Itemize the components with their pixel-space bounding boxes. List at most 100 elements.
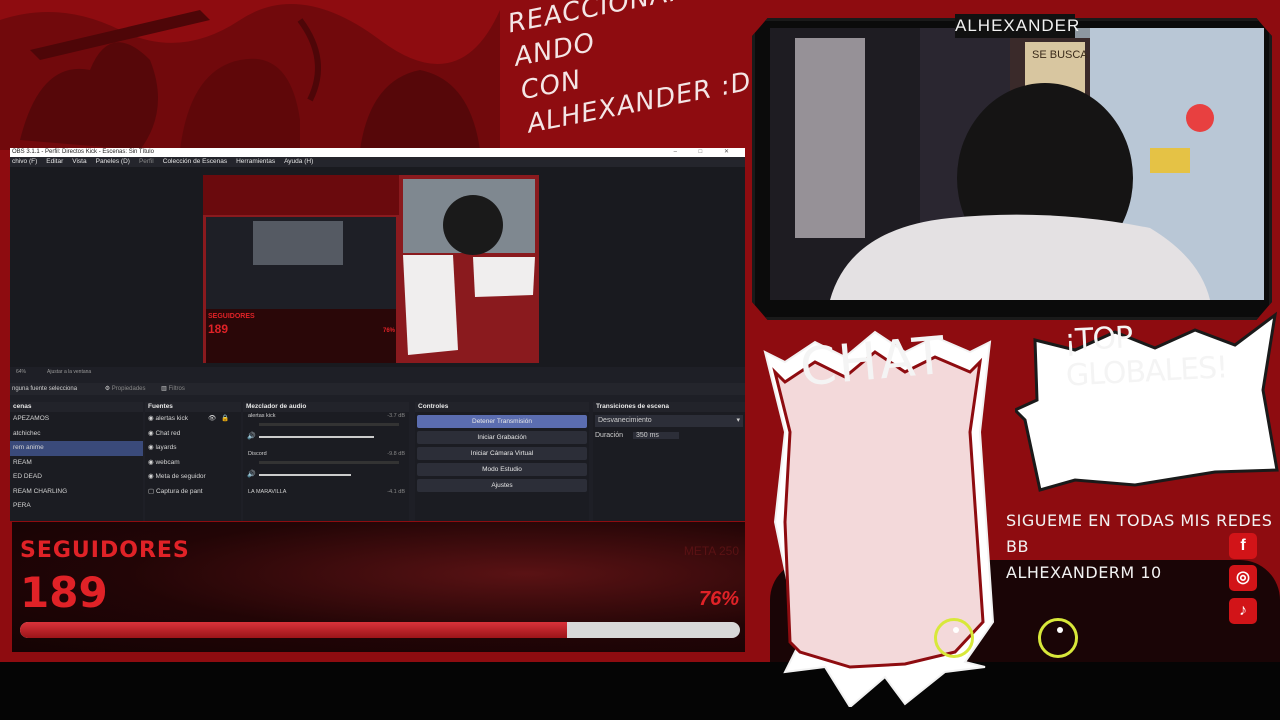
stop-streaming-button[interactable]: Detener Transmisión <box>417 415 587 428</box>
menu-edit[interactable]: Editar <box>46 157 63 167</box>
window-controls[interactable]: ‒ □ ✕ <box>674 148 739 157</box>
filter-icon[interactable]: ▥ <box>161 386 167 392</box>
followers-progress-track <box>20 622 740 638</box>
preview-seguidores-label: SEGUIDORES <box>208 313 255 320</box>
start-recording-button[interactable]: Iniciar Grabación <box>417 431 587 444</box>
channel-db: -9.8 dB <box>387 451 405 457</box>
sources-title: Fuentes <box>148 403 173 410</box>
transitions-title: Transiciones de escena <box>596 403 669 410</box>
channel-db: -4.1 dB <box>387 489 405 495</box>
volume-slider[interactable] <box>259 474 351 476</box>
source-label: layards <box>155 444 177 451</box>
chat-title: CHAT <box>797 325 950 399</box>
source-label: Chat red <box>155 429 181 437</box>
controls-panel: Detener Transmisión Iniciar Grabación In… <box>415 412 589 521</box>
top-globales-title: ¡TOP GLOBALES! <box>1063 320 1229 394</box>
speaker-icon[interactable]: 🔊 <box>247 470 256 478</box>
start-virtual-camera-button[interactable]: Iniciar Cámara Virtual <box>417 447 587 460</box>
obs-window[interactable]: OBS 3.1.1 - Perfil: Directos Kick - Esce… <box>10 148 745 521</box>
preview-zoom[interactable]: 64% <box>16 369 26 375</box>
scene-item[interactable]: PERA <box>10 499 143 514</box>
duration-input[interactable]: 350 ms <box>632 432 679 439</box>
scenes-title: cenas <box>13 403 32 410</box>
source-item[interactable]: ◉ webcam <box>145 456 241 471</box>
chevron-down-icon: ▾ <box>736 417 740 424</box>
preview-fit-dropdown[interactable]: Ajustar a la ventana <box>47 369 91 375</box>
obs-titlebar[interactable]: OBS 3.1.1 - Perfil: Directos Kick - Esce… <box>10 148 745 157</box>
followers-progress-fill <box>20 622 568 638</box>
menu-profile[interactable]: Perfil <box>139 157 154 167</box>
volume-meter <box>259 423 399 426</box>
channel-name: Discord <box>248 451 267 457</box>
transitions-dock-title: Transiciones de escena <box>593 402 745 412</box>
controls-title: Controles <box>418 403 449 410</box>
gear-icon[interactable]: ⚙ <box>105 386 110 392</box>
volume-slider[interactable] <box>259 436 374 438</box>
mixer-channel: LA MARAVILLA -4.1 dB <box>243 488 409 518</box>
scene-item[interactable]: atchichec <box>10 427 143 442</box>
tiktok-icon: ♪ <box>1229 598 1257 624</box>
source-label: Captura de pant <box>155 487 203 495</box>
followers-goal-widget: SEGUIDORES 189 META 250 76% <box>12 522 745 652</box>
facebook-icon: f <box>1229 533 1257 559</box>
followers-label: SEGUIDORES <box>20 538 190 563</box>
obs-preview-area[interactable]: SEGUIDORES 189 76% <box>10 167 745 367</box>
lock-icon[interactable]: 🔒 <box>221 412 229 427</box>
webcam-video: SE BUSCA <box>770 28 1264 300</box>
source-label: Meta de seguidor <box>155 473 206 480</box>
obs-preview-thumbnail <box>203 175 535 363</box>
manga-artwork <box>0 4 500 150</box>
sources-list[interactable]: ◉ alertas kick 👁 🔒 ◉ Chat red ◉ layards ◉ … <box>145 412 241 521</box>
audio-mixer: alertas kick -3.7 dB 🔊 Discord -9.8 dB 🔊… <box>243 412 409 521</box>
source-toolbar: nguna fuente selecciona ⚙ Propiedades ▥ … <box>10 383 745 395</box>
source-item[interactable]: ◉ Meta de seguidor <box>145 470 241 485</box>
followers-goal: META 250 <box>683 544 739 558</box>
menu-scene-collection[interactable]: Colección de Escenas <box>163 157 227 167</box>
preview-seguidores-pct: 76% <box>383 328 396 334</box>
volume-meter <box>259 461 399 464</box>
source-item[interactable]: ◉ Chat red <box>145 427 241 442</box>
followers-percent: 76% <box>698 588 739 610</box>
menu-help[interactable]: Ayuda (H) <box>284 157 313 167</box>
mixer-channel: Discord -9.8 dB 🔊 <box>243 450 409 488</box>
menu-docks[interactable]: Paneles (D) <box>96 157 130 167</box>
bottom-letterbox <box>0 662 1280 720</box>
scene-item-selected[interactable]: rem anime <box>10 441 143 456</box>
mixer-dock-title: Mezclador de audio <box>243 402 409 412</box>
scene-item[interactable]: APEZAMOS <box>10 412 143 427</box>
scenes-dock-title: cenas <box>10 402 143 412</box>
duration-label: Duración <box>595 432 624 439</box>
menu-view[interactable]: Vista <box>72 157 86 167</box>
speaker-icon[interactable]: 🔊 <box>247 432 256 440</box>
obs-preview[interactable]: SEGUIDORES 189 76% <box>203 175 539 363</box>
source-icon: ▢ <box>148 487 156 495</box>
no-source-selected: nguna fuente selecciona <box>12 386 78 392</box>
menu-file[interactable]: chivo (F) <box>12 157 37 167</box>
cat-eye-left <box>934 618 974 658</box>
source-item[interactable]: ▢ Captura de pant <box>145 485 241 500</box>
transition-select[interactable]: Desvanecimiento ▾ <box>595 415 743 427</box>
settings-button[interactable]: Ajustes <box>417 479 587 492</box>
transitions-panel: Desvanecimiento ▾ Duración 350 ms <box>593 412 745 521</box>
channel-name: alertas kick <box>248 413 276 419</box>
scene-item[interactable]: REAM CHARLING <box>10 485 143 500</box>
eye-icon[interactable]: 👁 <box>208 412 216 427</box>
webcam-scene: SE BUSCA <box>770 28 1264 300</box>
menu-tools[interactable]: Herramientas <box>236 157 275 167</box>
followers-count: 189 <box>20 568 108 617</box>
scenes-list[interactable]: APEZAMOS atchichec rem anime REAM ED DEA… <box>10 412 143 521</box>
preview-seguidores-count: 189 <box>208 322 229 336</box>
scene-item[interactable]: REAM <box>10 456 143 471</box>
controls-dock-title: Controles <box>415 402 589 412</box>
properties-button[interactable]: Propiedades <box>112 386 146 392</box>
scene-item[interactable]: ED DEAD <box>10 470 143 485</box>
instagram-icon: ◎ <box>1229 565 1257 591</box>
source-label: webcam <box>155 458 180 466</box>
filters-button[interactable]: Filtros <box>169 386 185 392</box>
channel-db: -3.7 dB <box>387 413 405 419</box>
source-item[interactable]: ◉ layards <box>145 441 241 456</box>
source-item[interactable]: ◉ alertas kick 👁 🔒 <box>145 412 241 427</box>
mixer-title: Mezclador de audio <box>246 403 307 410</box>
studio-mode-button[interactable]: Modo Estudio <box>417 463 587 476</box>
obs-title: OBS 3.1.1 - Perfil: Directos Kick - Esce… <box>12 149 154 155</box>
